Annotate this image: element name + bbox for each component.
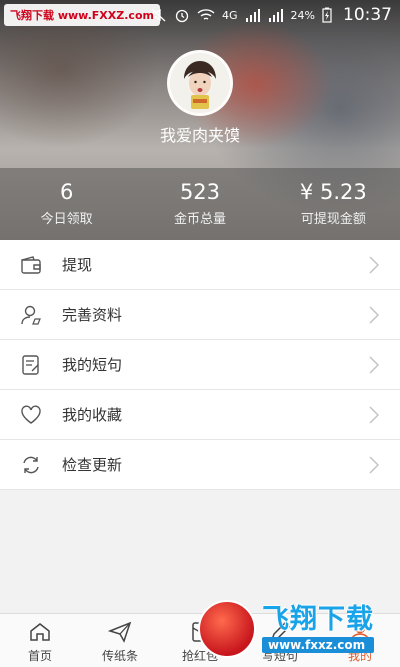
menu-label: 我的短句: [62, 356, 123, 374]
chevron-right-icon: [369, 455, 380, 474]
tab-label: 首页: [27, 649, 52, 663]
stat-today-received[interactable]: 6 今日领取: [0, 168, 133, 240]
stat-value: ¥ 5.23: [299, 180, 367, 204]
username: 我爱肉夹馍: [159, 126, 240, 145]
stat-value: 523: [179, 180, 221, 204]
user-edit-icon: [20, 304, 42, 326]
tab-label: 抢红包: [181, 649, 218, 663]
refresh-icon: [20, 454, 42, 476]
avatar-image: [170, 53, 230, 113]
stat-value: 6: [59, 180, 74, 204]
wallet-icon: [20, 254, 42, 276]
tab-write-sentence[interactable]: 写短句: [240, 614, 320, 667]
menu-label: 检查更新: [62, 456, 123, 474]
profile-header: 飞翔下载 www.FXXZ.com 4G 24% 10:37 我爱肉夹馍 6 今…: [0, 0, 400, 240]
stat-total-coins[interactable]: 523 金币总量: [133, 168, 266, 240]
chevron-right-icon: [369, 405, 380, 424]
tab-home[interactable]: 首页: [0, 614, 80, 667]
battery-icon: [322, 7, 332, 23]
menu-item-complete-profile[interactable]: 完善资料: [0, 290, 400, 340]
stats-bar: 6 今日领取 523 金币总量 ¥ 5.23 可提现金额: [0, 168, 400, 240]
status-bar: 飞翔下载 www.FXXZ.com 4G 24% 10:37: [0, 0, 400, 30]
signal-icon: [245, 9, 260, 22]
menu-item-favorites[interactable]: 我的收藏: [0, 390, 400, 440]
watermark-badge: 飞翔下载 www.FXXZ.com: [4, 4, 160, 26]
tab-pass-note[interactable]: 传纸条: [80, 614, 160, 667]
stat-label: 金币总量: [173, 212, 226, 227]
tab-label: 传纸条: [101, 649, 138, 663]
stat-label: 今日领取: [40, 212, 93, 227]
menu-item-withdraw[interactable]: 提现: [0, 240, 400, 290]
menu-label: 完善资料: [62, 306, 123, 324]
red-packet-icon: [192, 622, 208, 642]
note-edit-icon: [20, 354, 42, 376]
tab-label: 我的: [347, 649, 372, 663]
network-type-label: 4G: [222, 8, 238, 22]
stat-label: 可提现金额: [300, 212, 366, 227]
paper-plane-icon: [108, 621, 132, 643]
settings-menu: 提现 完善资料 我的短句 我的收藏 检查更新: [0, 240, 400, 490]
pen-icon: [270, 621, 291, 642]
chevron-right-icon: [369, 355, 380, 374]
heart-icon: [20, 404, 42, 426]
signal-icon-2: [268, 9, 283, 22]
tab-mine[interactable]: 我的: [320, 614, 400, 667]
menu-label: 我的收藏: [62, 406, 123, 424]
tab-label: 写短句: [261, 649, 298, 663]
menu-item-check-update[interactable]: 检查更新: [0, 440, 400, 490]
wifi-icon: [197, 9, 215, 20]
user-icon: [350, 622, 370, 642]
tab-grab-red-packet[interactable]: 抢红包: [160, 614, 240, 667]
chevron-right-icon: [369, 255, 380, 274]
stat-withdrawable[interactable]: ¥ 5.23 可提现金额: [267, 168, 400, 240]
clock: 10:37: [343, 5, 392, 25]
bottom-nav: 首页 传纸条 抢红包 写短句 我的: [0, 613, 400, 667]
menu-item-my-sentences[interactable]: 我的短句: [0, 340, 400, 390]
home-icon: [30, 623, 50, 641]
avatar[interactable]: [167, 50, 233, 116]
alarm-icon: [175, 9, 189, 23]
menu-label: 提现: [62, 256, 93, 274]
chevron-right-icon: [369, 305, 380, 324]
battery-percent: 24%: [290, 8, 315, 22]
